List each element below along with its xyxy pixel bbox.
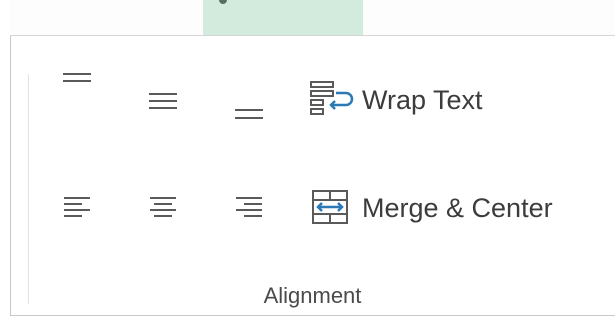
align-right-icon [236,197,262,217]
align-left-button[interactable] [52,188,102,228]
middle-align-button[interactable] [138,80,188,120]
window-frame: Wrap Text Merge & Center Alignment [10,0,615,321]
align-top-icon [63,73,91,82]
merge-center-button[interactable]: Merge & Center [308,186,553,230]
bottom-align-button[interactable] [224,90,274,130]
align-middle-icon [149,93,177,109]
alignment-group: Wrap Text Merge & Center Alignment [10,36,615,321]
align-left-icon [64,197,90,217]
align-bottom-icon [235,109,263,119]
align-center-icon [150,197,176,217]
top-align-button[interactable] [52,62,102,102]
wrap-text-button[interactable]: Wrap Text [308,78,483,122]
center-button[interactable] [138,188,188,228]
ribbon-tab-strip [10,0,615,36]
alignment-group-label: Alignment [263,283,362,308]
selected-tab-highlight[interactable] [203,0,363,35]
merge-center-label: Merge & Center [362,192,553,223]
group-bottom-border [10,315,615,316]
merge-center-icon [312,190,348,224]
wrap-text-label: Wrap Text [362,84,483,115]
align-right-button[interactable] [224,188,274,228]
group-left-border [10,36,11,316]
wrap-text-icon [310,81,354,115]
group-inner-divider [28,74,29,304]
